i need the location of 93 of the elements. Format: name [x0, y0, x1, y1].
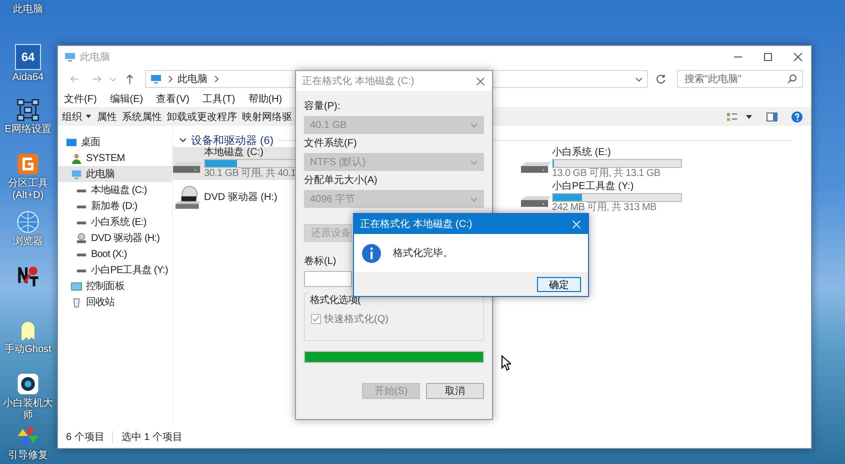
dialog-button[interactable]: 取消 — [426, 383, 484, 399]
toolbar-button[interactable]: 系统属性 — [122, 110, 162, 124]
caret-icon — [85, 113, 92, 120]
partition-tool-icon[interactable] — [16, 152, 40, 176]
toolbar-dropdown[interactable]: 组织 — [62, 110, 92, 124]
close-icon[interactable] — [475, 76, 486, 86]
toolbar-button[interactable]: 映射网络驱 — [242, 110, 292, 124]
menu-item[interactable]: 编辑(E) — [110, 92, 144, 106]
drive-name: DVD 驱动器 (H:) — [204, 192, 278, 202]
drive-tile[interactable]: 小白系统 (E:) 13.0 GB 可用, 共 13.1 GB — [521, 147, 691, 180]
volume-label-field[interactable] — [304, 271, 352, 287]
drive-tile[interactable]: DVD 驱动器 (H:) — [173, 181, 295, 214]
nav-item[interactable]: 本地磁盘 (C:) — [58, 182, 172, 198]
nav-item[interactable]: 控制面板 — [58, 278, 172, 294]
monitor-icon — [64, 51, 76, 63]
control-panel-icon — [71, 280, 82, 292]
drive-icon — [521, 162, 551, 173]
close-icon[interactable] — [792, 51, 804, 63]
toolbar-button[interactable]: 属性 — [97, 110, 117, 124]
installer-app-icon[interactable] — [16, 372, 40, 396]
chevron-icon — [212, 75, 219, 83]
window-title: 此电脑 — [80, 50, 110, 64]
drive-name: 本地磁盘 (C:) — [204, 148, 264, 158]
info-icon — [362, 244, 381, 262]
desktop-icon-label[interactable]: E网络设置 — [0, 124, 56, 136]
drive-icon — [521, 196, 551, 207]
menu-item[interactable]: 帮助(H) — [248, 92, 282, 106]
user-icon — [71, 152, 82, 164]
menu-item[interactable]: 工具(T) — [202, 92, 236, 106]
nav-item[interactable]: DVD 驱动器 (H:) — [58, 230, 172, 246]
drive-name: 小白PE工具盘 (Y:) — [552, 182, 635, 192]
desktop-icon-label[interactable]: Aida64 — [0, 72, 56, 84]
desktop-icon-label[interactable]: 小白装机大师 — [0, 398, 56, 422]
drive-name: 小白系统 (E:) — [552, 148, 612, 158]
monitor-icon — [150, 73, 162, 85]
search-field[interactable]: 搜索"此电脑" — [677, 70, 804, 88]
breadcrumb-item[interactable]: 此电脑 — [178, 72, 208, 86]
recycle-bin-icon — [71, 296, 82, 308]
chevron-icon — [166, 75, 173, 83]
key-icon[interactable] — [16, 264, 40, 288]
preview-pane-icon[interactable] — [766, 110, 778, 122]
dvd-drive-icon — [173, 184, 203, 210]
caret-icon[interactable] — [745, 112, 753, 120]
caret-icon — [470, 158, 478, 166]
network-icon[interactable] — [16, 98, 40, 122]
maximize-icon[interactable] — [762, 51, 774, 63]
nav-item[interactable]: 新加卷 (D:) — [58, 198, 172, 214]
globe-icon[interactable] — [16, 210, 40, 234]
field-label: 文件系统(F) — [304, 138, 358, 150]
refresh-icon[interactable] — [654, 73, 666, 85]
monitor-icon — [71, 168, 82, 180]
caret-icon — [470, 195, 478, 203]
drive-space-text: 242 MB 可用, 共 313 MB — [552, 203, 658, 213]
nav-item[interactable]: Boot (X:) — [58, 246, 172, 262]
nav-item[interactable]: SYSTEM — [58, 150, 172, 166]
help-icon[interactable] — [791, 110, 803, 122]
desktop-icon-label[interactable]: 此电脑 — [0, 4, 56, 16]
status-text: 选中 1 个项目 — [121, 430, 182, 444]
drive-icon — [173, 162, 203, 173]
nav-item[interactable]: 回收站 — [58, 294, 172, 310]
nav-item[interactable]: 此电脑 — [58, 166, 172, 182]
dialog-title: 正在格式化 本地磁盘 (C:) — [360, 218, 472, 231]
desktop-icon — [66, 136, 77, 148]
menu-item[interactable]: 查看(V) — [156, 92, 190, 106]
view-options-icon[interactable] — [726, 110, 738, 122]
ok-button[interactable]: 确定 — [537, 276, 581, 292]
aida-app-icon[interactable]: 64 — [15, 44, 41, 70]
menu-item[interactable]: 文件(F) — [64, 92, 97, 106]
dvd-drive-icon — [76, 232, 87, 244]
checkbox-icon — [311, 314, 321, 324]
nav-item[interactable]: 桌面 — [58, 134, 172, 150]
drive-space-text: 13.0 GB 可用, 共 13.1 GB — [552, 169, 662, 179]
dialog-title: 正在格式化 本地磁盘 (C:) — [302, 74, 414, 88]
caret-icon — [470, 121, 478, 129]
desktop-icon-label[interactable]: 引导修复 — [0, 450, 56, 462]
mouse-cursor-icon — [501, 355, 511, 371]
field-label: 分配单元大小(A) — [304, 175, 378, 187]
caret-icon[interactable] — [634, 75, 643, 83]
nav-item[interactable]: 小白系统 (E:) — [58, 214, 172, 230]
search-icon — [786, 73, 798, 85]
nav-item[interactable]: 小白PE工具盘 (Y:) — [58, 262, 172, 278]
pinwheel-icon[interactable] — [16, 424, 40, 448]
section-header[interactable]: 设备和驱动器 (6) — [191, 132, 274, 148]
toolbar-button[interactable]: 卸载或更改程序 — [167, 110, 237, 124]
field-label: 卷标(L) — [304, 256, 338, 268]
field-label: 容量(P): — [304, 101, 342, 113]
message-text: 格式化完毕。 — [393, 246, 453, 260]
chevron-icon[interactable] — [179, 136, 187, 144]
status-text: 6 个项目 — [66, 431, 104, 444]
up-arrow-icon[interactable] — [124, 73, 136, 85]
drive-space-text: 30.1 GB 可用, 共 40.1 — [204, 169, 297, 179]
drive-tile[interactable]: 本地磁盘 (C:) 30.1 GB 可用, 共 40.1 — [173, 147, 295, 180]
drive-tile[interactable]: 小白PE工具盘 (Y:) 242 MB 可用, 共 313 MB — [521, 181, 691, 214]
